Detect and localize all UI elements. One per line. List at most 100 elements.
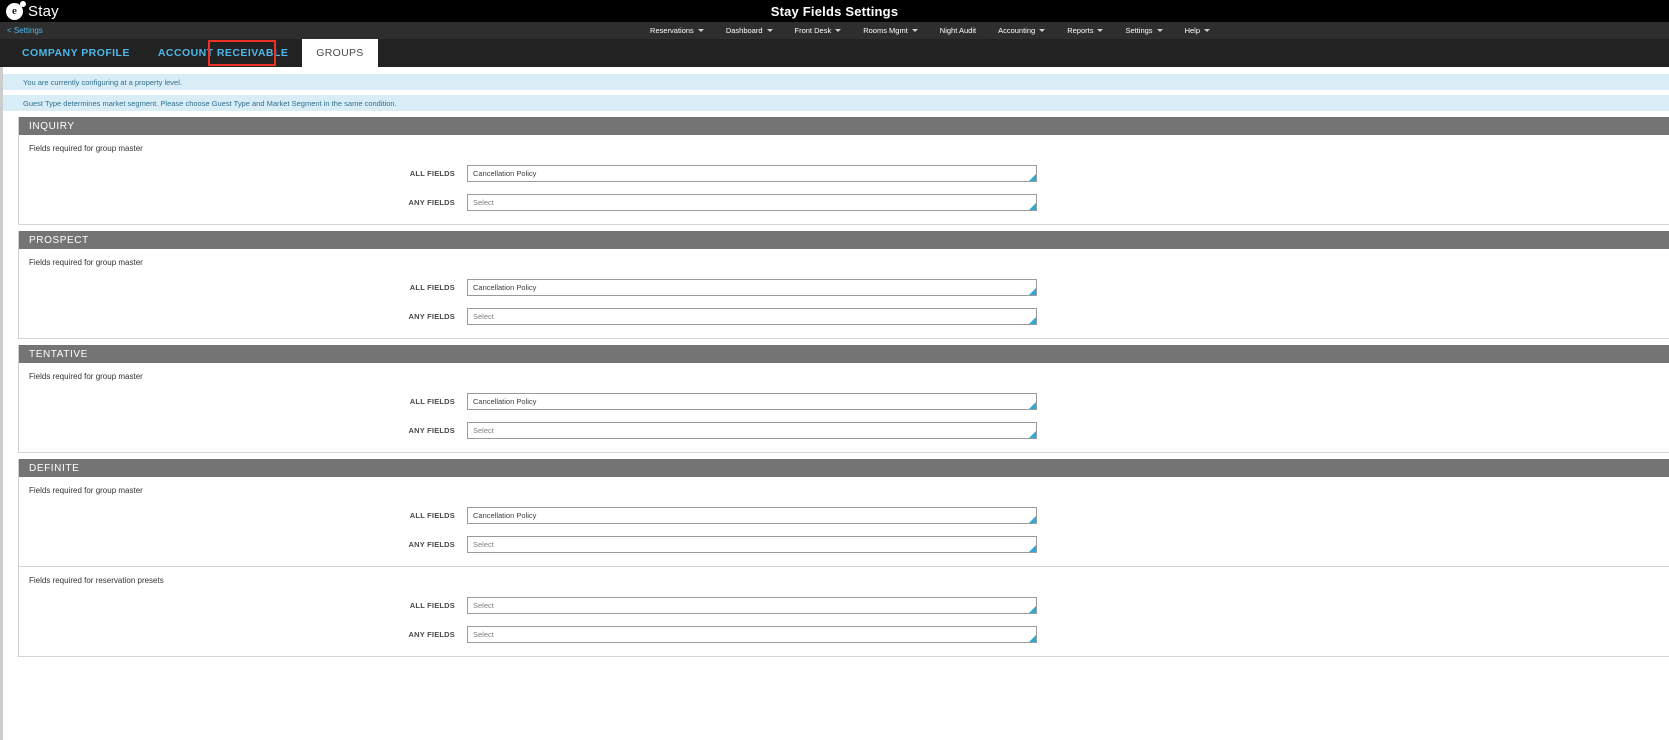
tab-groups[interactable]: GROUPS (302, 39, 378, 67)
field-label: ALL FIELDS (409, 397, 455, 406)
subsection-title: Fields required for group master (29, 372, 143, 381)
notice-guest-type: Guest Type determines market segment. Pl… (3, 95, 1669, 111)
field-row: ANY FIELDS Select (19, 194, 1669, 211)
nav-item-label: Reservations (650, 26, 694, 35)
multiselect-input-all-fields[interactable]: Cancellation Policy (467, 279, 1037, 296)
nav-item-rooms-mgmt[interactable]: Rooms Mgmt (852, 26, 929, 35)
app-logo[interactable]: e Stay (0, 0, 59, 20)
field-value: Select (473, 540, 494, 549)
breadcrumb-back-settings[interactable]: < Settings (7, 26, 43, 35)
field-row: ANY FIELDS Select (19, 308, 1669, 325)
field-label: ALL FIELDS (409, 511, 455, 520)
resize-handle-icon[interactable] (1029, 635, 1036, 642)
logo-letter: e (12, 4, 17, 17)
notice-property-level: You are currently configuring at a prope… (3, 74, 1669, 90)
multiselect-input-all-fields[interactable]: Select (467, 597, 1037, 614)
multiselect-input-any-fields[interactable]: Select (467, 194, 1037, 211)
nav-item-reservations[interactable]: Reservations (639, 26, 715, 35)
section-prospect: PROSPECT Fields required for group master… (18, 231, 1669, 339)
nav-item-help[interactable]: Help (1174, 26, 1221, 35)
section-header: TENTATIVE (19, 345, 1669, 363)
resize-handle-icon[interactable] (1029, 203, 1036, 210)
subsection-title: Fields required for group master (29, 258, 143, 267)
nav-item-label: Settings (1125, 26, 1153, 35)
subsection: Fields required for group master ALL FIEL… (19, 135, 1669, 224)
chevron-down-icon (911, 29, 918, 32)
section-body: Fields required for group master ALL FIEL… (19, 135, 1669, 225)
tab-account-receivable[interactable]: ACCOUNT RECEIVABLE (144, 39, 302, 67)
field-row: ANY FIELDS Select (19, 536, 1669, 553)
section-tentative: TENTATIVE Fields required for group maste… (18, 345, 1669, 453)
field-label: ANY FIELDS (408, 198, 455, 207)
field-label: ALL FIELDS (409, 283, 455, 292)
multiselect-input-all-fields[interactable]: Cancellation Policy (467, 507, 1037, 524)
subsection: Fields required for reservation presets A… (19, 566, 1669, 656)
subsection: Fields required for group master ALL FIEL… (19, 363, 1669, 452)
section-body: Fields required for group master ALL FIEL… (19, 249, 1669, 339)
field-row: ANY FIELDS Select (19, 626, 1669, 643)
field-label: ANY FIELDS (408, 540, 455, 549)
section-header: INQUIRY (19, 117, 1669, 135)
notice-area: You are currently configuring at a prope… (0, 67, 1669, 111)
field-value: Cancellation Policy (473, 397, 537, 406)
sections-container: INQUIRY Fields required for group master A… (0, 117, 1669, 657)
field-row: ANY FIELDS Select (19, 422, 1669, 439)
chevron-down-icon (1097, 29, 1104, 32)
chevron-down-icon (1204, 29, 1210, 32)
logo-wordmark: Stay (28, 2, 59, 20)
logo-dot-icon (20, 0, 26, 7)
nav-item-label: Accounting (998, 26, 1036, 35)
nav-item-label: Night Audit (939, 26, 977, 35)
field-value: Select (473, 630, 494, 639)
resize-handle-icon[interactable] (1029, 431, 1036, 438)
nav-item-label: Help (1184, 26, 1200, 35)
multiselect-input-all-fields[interactable]: Cancellation Policy (467, 165, 1037, 182)
subsection: Fields required for group master ALL FIEL… (19, 249, 1669, 338)
nav-item-settings[interactable]: Settings (1114, 26, 1173, 35)
multiselect-input-all-fields[interactable]: Cancellation Policy (467, 393, 1037, 410)
nav-item-reports[interactable]: Reports (1056, 26, 1114, 35)
multiselect-input-any-fields[interactable]: Select (467, 308, 1037, 325)
main-navigation-bar: < Settings Reservations Dashboard Front De… (0, 22, 1669, 39)
field-value: Select (473, 426, 494, 435)
resize-handle-icon[interactable] (1029, 516, 1036, 523)
field-row: ALL FIELDS Select (19, 597, 1669, 614)
nav-item-label: Front Desk (794, 26, 832, 35)
section-header: PROSPECT (19, 231, 1669, 249)
page-title: Stay Fields Settings (770, 3, 899, 19)
tab-company-profile[interactable]: COMPANY PROFILE (8, 39, 144, 67)
field-value: Cancellation Policy (473, 511, 537, 520)
resize-handle-icon[interactable] (1029, 288, 1036, 295)
nav-item-night-audit[interactable]: Night Audit (929, 26, 987, 35)
resize-handle-icon[interactable] (1029, 174, 1036, 181)
nav-item-label: Reports (1067, 26, 1094, 35)
field-label: ANY FIELDS (408, 312, 455, 321)
top-bar: e Stay Stay Fields Settings (0, 0, 1669, 22)
left-rail-divider (0, 67, 3, 740)
chevron-down-icon (1039, 29, 1046, 32)
section-body: Fields required for group master ALL FIEL… (19, 363, 1669, 453)
resize-handle-icon[interactable] (1029, 317, 1036, 324)
field-label: ANY FIELDS (408, 426, 455, 435)
ezee-logo-icon: e (6, 0, 26, 20)
field-label: ALL FIELDS (409, 601, 455, 610)
nav-item-accounting[interactable]: Accounting (987, 26, 1056, 35)
nav-item-label: Rooms Mgmt (863, 26, 908, 35)
chevron-down-icon (835, 29, 842, 32)
multiselect-input-any-fields[interactable]: Select (467, 626, 1037, 643)
subsection: Fields required for group master ALL FIEL… (19, 477, 1669, 566)
field-label: ALL FIELDS (409, 169, 455, 178)
nav-item-front-desk[interactable]: Front Desk (784, 26, 853, 35)
multiselect-input-any-fields[interactable]: Select (467, 536, 1037, 553)
section-body: Fields required for group master ALL FIEL… (19, 477, 1669, 657)
subsection-title: Fields required for group master (29, 486, 143, 495)
resize-handle-icon[interactable] (1029, 402, 1036, 409)
resize-handle-icon[interactable] (1029, 606, 1036, 613)
field-row: ALL FIELDS Cancellation Policy (19, 279, 1669, 296)
nav-item-dashboard[interactable]: Dashboard (715, 26, 784, 35)
multiselect-input-any-fields[interactable]: Select (467, 422, 1037, 439)
field-row: ALL FIELDS Cancellation Policy (19, 393, 1669, 410)
field-value: Select (473, 198, 494, 207)
field-value: Cancellation Policy (473, 169, 537, 178)
resize-handle-icon[interactable] (1029, 545, 1036, 552)
